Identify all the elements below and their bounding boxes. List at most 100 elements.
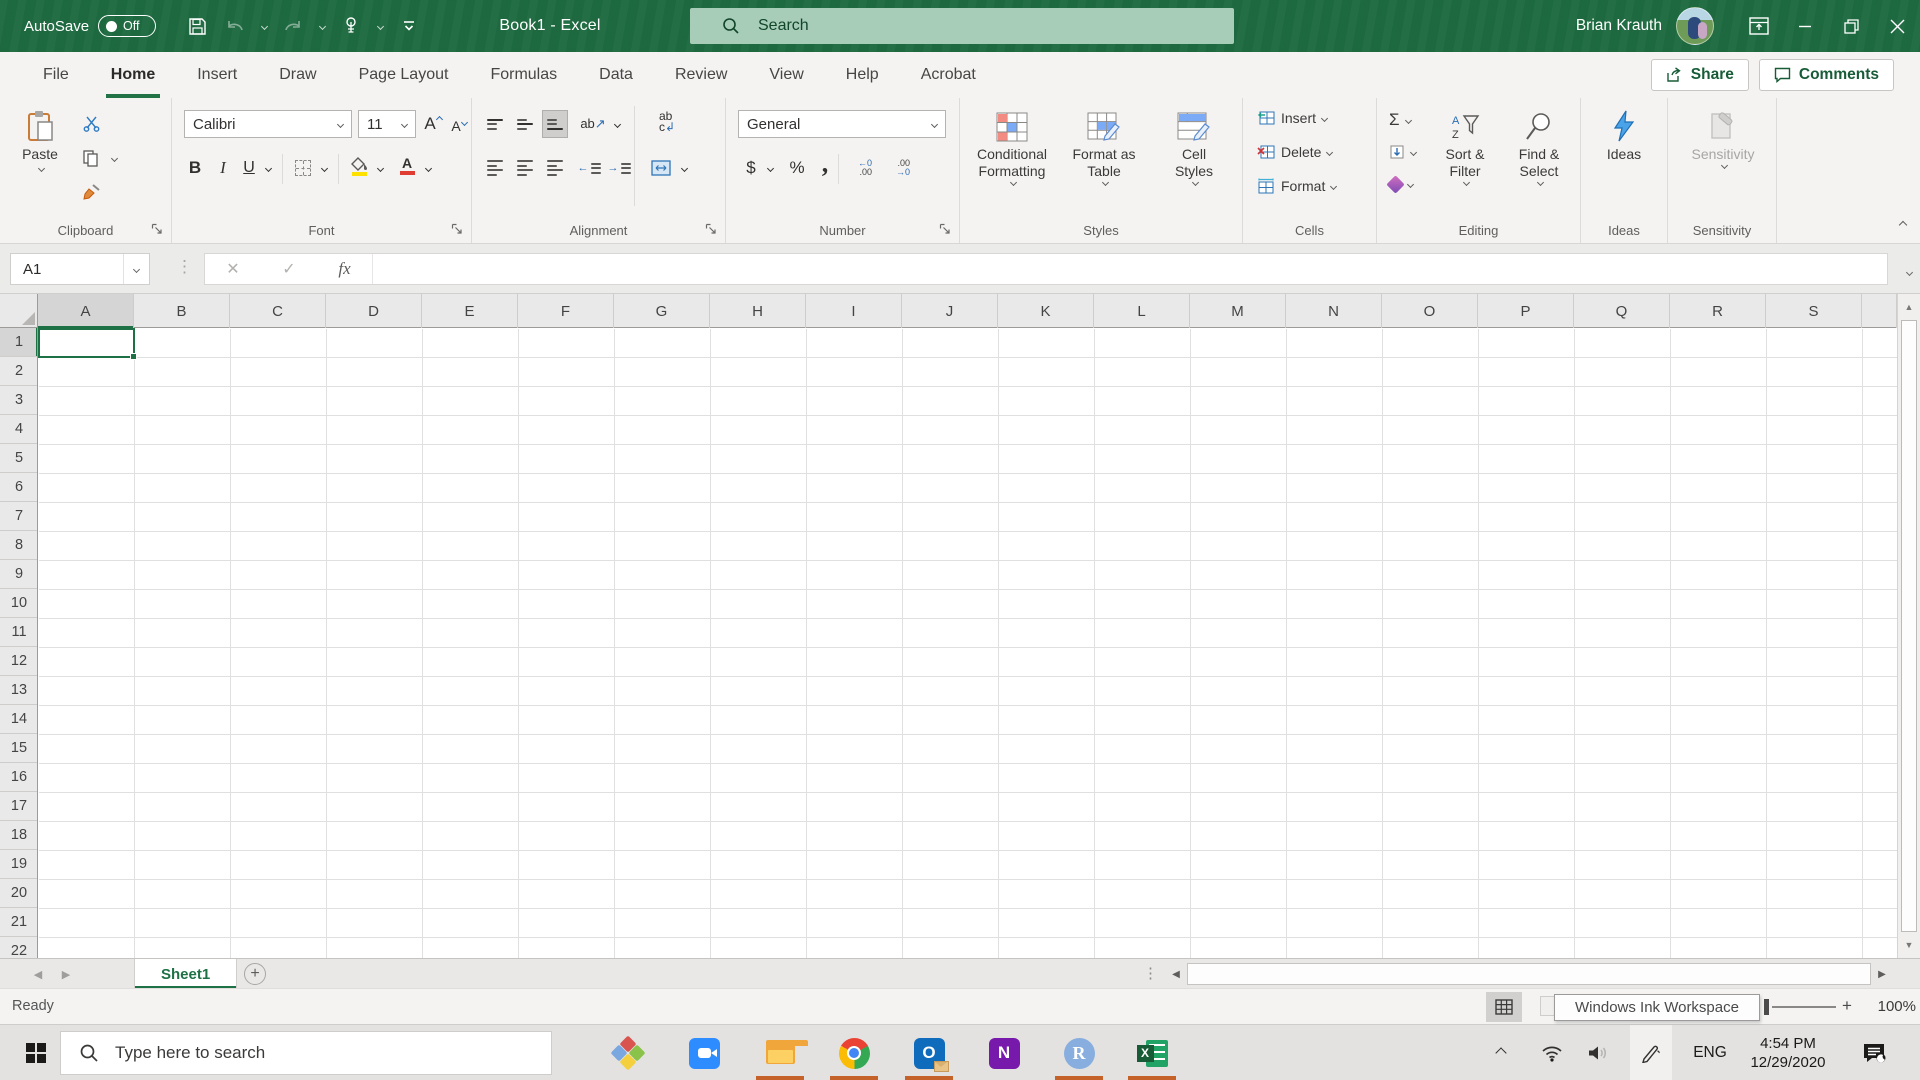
row-header-13[interactable]: 13 — [0, 676, 37, 705]
row-header-18[interactable]: 18 — [0, 821, 37, 850]
copy-button[interactable] — [78, 144, 104, 172]
taskbar-app-rstudio[interactable]: R — [1051, 1025, 1107, 1080]
formula-input[interactable] — [373, 254, 1887, 284]
column-header-S[interactable]: S — [1766, 294, 1862, 328]
action-center-icon[interactable] — [1852, 1025, 1896, 1080]
row-header-8[interactable]: 8 — [0, 531, 37, 560]
zoom-slider-track[interactable] — [1772, 1006, 1836, 1008]
decrease-decimal-button[interactable]: .00 →0 — [886, 154, 920, 182]
find-select-button[interactable]: Find & Select — [1503, 106, 1575, 187]
percent-style-button[interactable]: % — [784, 154, 810, 182]
scroll-down-icon[interactable]: ▼ — [1898, 940, 1920, 950]
row-header-5[interactable]: 5 — [0, 444, 37, 473]
restore-button[interactable] — [1828, 0, 1874, 52]
column-header-partial[interactable] — [1862, 294, 1897, 328]
underline-button[interactable]: U — [236, 154, 262, 182]
sort-filter-button[interactable]: AZ Sort & Filter — [1429, 106, 1501, 187]
column-header-A[interactable]: A — [38, 294, 134, 328]
name-box-dropdown-icon[interactable] — [123, 254, 149, 284]
vertical-scrollbar[interactable]: ▲ ▼ — [1897, 294, 1920, 958]
show-hidden-icons-button[interactable] — [1484, 1025, 1518, 1080]
accounting-format-button[interactable]: $ — [738, 154, 764, 182]
align-right-button[interactable] — [542, 154, 568, 182]
comments-button[interactable]: Comments — [1758, 59, 1894, 91]
clear-button[interactable] — [1386, 175, 1415, 194]
volume-tray-icon[interactable] — [1580, 1025, 1616, 1080]
cut-button[interactable] — [78, 110, 104, 138]
font-name-select[interactable]: Calibri — [184, 110, 352, 138]
column-header-L[interactable]: L — [1094, 294, 1190, 328]
select-all-corner[interactable] — [0, 294, 38, 328]
tab-formulas[interactable]: Formulas — [469, 52, 578, 98]
row-header-1[interactable]: 1 — [0, 328, 37, 357]
language-indicator[interactable]: ENG — [1688, 1025, 1732, 1080]
underline-dropdown-icon[interactable] — [260, 154, 276, 182]
zoom-in-button[interactable]: + — [1842, 996, 1852, 1016]
bold-button[interactable]: B — [182, 154, 208, 182]
row-header-2[interactable]: 2 — [0, 357, 37, 386]
increase-indent-button[interactable]: → — [606, 154, 632, 182]
column-header-M[interactable]: M — [1190, 294, 1286, 328]
merge-center-button[interactable] — [648, 154, 674, 182]
comma-style-button[interactable]: , — [812, 149, 838, 178]
column-header-N[interactable]: N — [1286, 294, 1382, 328]
copy-dropdown-icon[interactable] — [106, 144, 122, 172]
touch-mouse-mode-icon[interactable] — [334, 9, 368, 43]
top-align-button[interactable] — [482, 110, 508, 138]
horizontal-scroll-thumb[interactable] — [1187, 963, 1871, 985]
taskbar-app-chrome[interactable] — [826, 1025, 882, 1080]
tab-page-layout[interactable]: Page Layout — [338, 52, 470, 98]
row-header-3[interactable]: 3 — [0, 386, 37, 415]
column-header-D[interactable]: D — [326, 294, 422, 328]
increase-decimal-button[interactable]: ←0.00 — [848, 154, 882, 182]
taskbar-app-excel[interactable]: X — [1124, 1025, 1180, 1080]
column-header-B[interactable]: B — [134, 294, 230, 328]
row-header-20[interactable]: 20 — [0, 879, 37, 908]
enter-button[interactable]: ✓ — [261, 254, 317, 284]
row-header-9[interactable]: 9 — [0, 560, 37, 589]
middle-align-button[interactable] — [512, 110, 538, 138]
search-box[interactable] — [690, 8, 1234, 44]
taskbar-app-outlook[interactable]: O — [901, 1025, 957, 1080]
taskbar-app-onenote[interactable]: N — [976, 1025, 1032, 1080]
fill-handle[interactable] — [130, 353, 137, 360]
decrease-indent-button[interactable]: ← — [576, 154, 602, 182]
font-size-select[interactable]: 11 — [358, 110, 416, 138]
row-header-19[interactable]: 19 — [0, 850, 37, 879]
row-header-12[interactable]: 12 — [0, 647, 37, 676]
orientation-dropdown-icon[interactable] — [610, 110, 624, 138]
fill-color-button[interactable] — [346, 152, 372, 180]
taskbar-app-rootsmagic[interactable] — [600, 1025, 656, 1080]
customize-quick-access-icon[interactable] — [392, 9, 426, 43]
alignment-dialog-launcher[interactable] — [705, 222, 719, 236]
column-header-Q[interactable]: Q — [1574, 294, 1670, 328]
tab-acrobat[interactable]: Acrobat — [900, 52, 997, 98]
expand-formula-bar-icon[interactable] — [1905, 262, 1914, 280]
undo-icon[interactable] — [218, 9, 252, 43]
column-header-E[interactable]: E — [422, 294, 518, 328]
sheet-cells[interactable] — [38, 328, 1897, 958]
autosave-toggle[interactable]: AutoSave Off — [24, 15, 157, 37]
clipboard-dialog-launcher[interactable] — [151, 222, 165, 236]
start-button[interactable] — [14, 1025, 58, 1080]
font-color-button[interactable]: A — [394, 152, 420, 180]
zoom-slider-handle[interactable] — [1764, 999, 1769, 1015]
row-header-6[interactable]: 6 — [0, 473, 37, 502]
format-painter-button[interactable] — [78, 178, 104, 206]
taskbar-app-zoom[interactable] — [676, 1025, 732, 1080]
autosave-switch[interactable]: Off — [98, 15, 157, 37]
accounting-dropdown-icon[interactable] — [762, 154, 778, 182]
clock[interactable]: 4:54 PM 12/29/2020 — [1740, 1025, 1836, 1080]
selected-cell[interactable] — [38, 328, 137, 360]
scroll-up-icon[interactable]: ▲ — [1898, 302, 1920, 312]
paste-button[interactable]: Paste — [12, 106, 68, 173]
collapse-ribbon-icon[interactable] — [1898, 215, 1908, 233]
name-box[interactable]: A1 — [10, 253, 150, 285]
insert-function-button[interactable]: fx — [317, 254, 373, 284]
tab-review[interactable]: Review — [654, 52, 748, 98]
tab-insert[interactable]: Insert — [176, 52, 258, 98]
row-header-11[interactable]: 11 — [0, 618, 37, 647]
sheet-tab-sheet1[interactable]: Sheet1 — [134, 959, 238, 989]
scroll-left-icon[interactable]: ◀ — [1165, 963, 1187, 985]
normal-view-button[interactable] — [1486, 992, 1522, 1022]
